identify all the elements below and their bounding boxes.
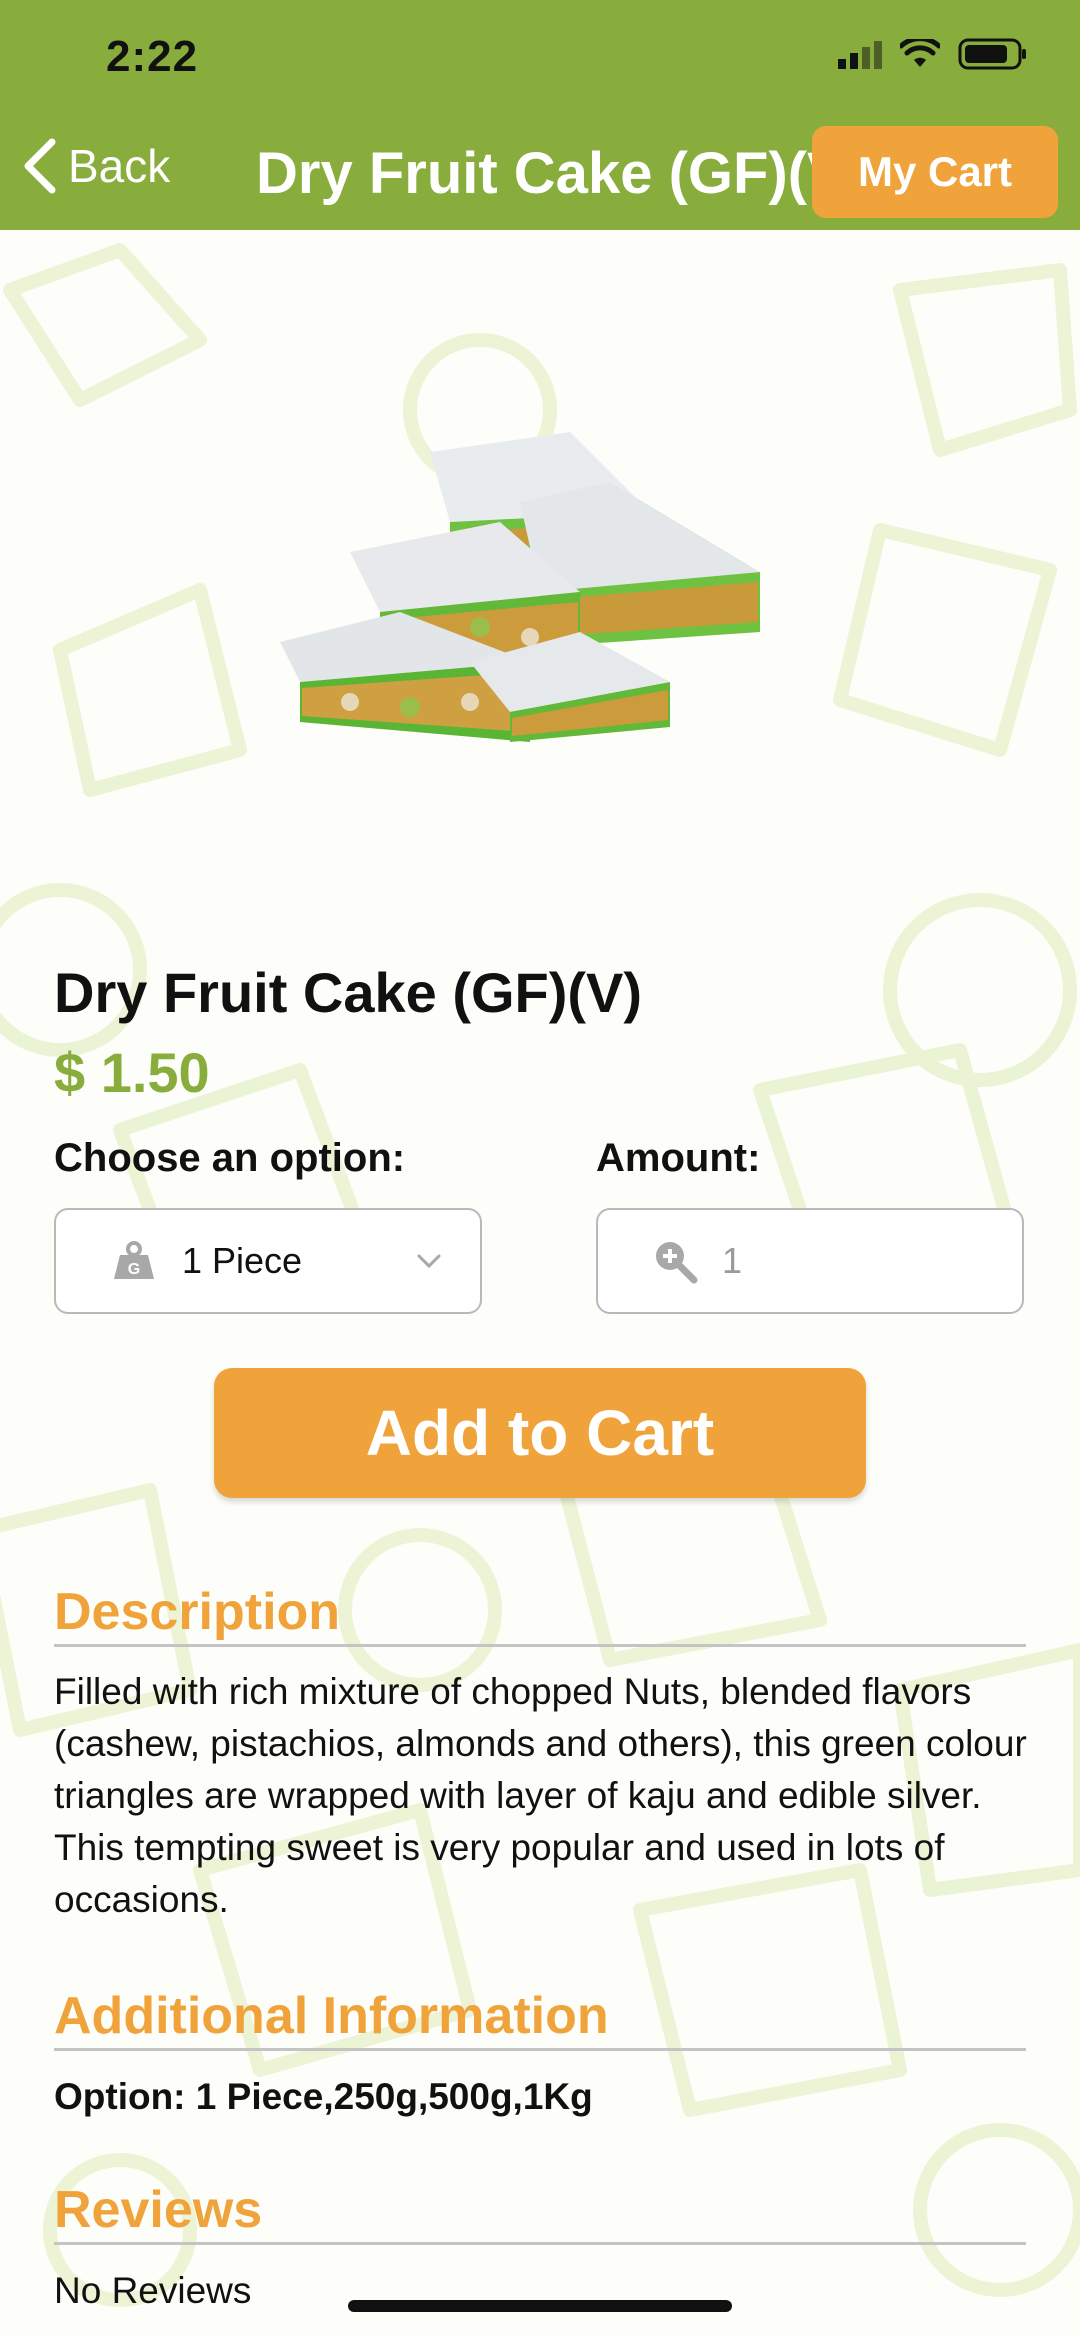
reviews-text: No Reviews	[54, 2270, 252, 2311]
description-text: Filled with rich mixture of chopped Nuts…	[54, 1671, 1027, 1920]
option-select[interactable]: G 1 Piece	[54, 1208, 482, 1314]
back-label: Back	[68, 140, 171, 192]
amount-input[interactable]: 1	[596, 1208, 1024, 1314]
chevron-down-icon	[417, 1254, 441, 1269]
reviews-divider	[54, 2242, 1026, 2245]
product-name: Dry Fruit Cake (GF)(V)	[54, 961, 643, 1024]
product-image	[280, 432, 760, 742]
app-header: 2:22 Back Dry Fruit Cake (GF)(V) My Cart	[0, 0, 1080, 230]
home-indicator	[348, 2300, 732, 2312]
additional-info-divider	[54, 2048, 1026, 2051]
product-detail: Dry Fruit Cake (GF)(V) $ 1.50 Choose an …	[0, 230, 1080, 2337]
description-title: Description	[54, 1583, 341, 1641]
status-icons	[838, 38, 1028, 70]
amount-placeholder: 1	[722, 1240, 743, 1281]
svg-text:G: G	[128, 1261, 140, 1278]
reviews-title: Reviews	[54, 2181, 263, 2239]
page-title: Dry Fruit Cake (GF)(V)	[256, 141, 816, 206]
wifi-icon	[900, 39, 940, 67]
additional-info-text: Option: 1 Piece,250g,500g,1Kg	[54, 2076, 593, 2117]
option-value: 1 Piece	[182, 1240, 303, 1281]
back-button[interactable]: Back	[22, 138, 170, 194]
chevron-left-icon	[24, 138, 56, 194]
description-divider	[54, 1644, 1026, 1647]
signal-icon	[838, 41, 882, 69]
option-label: Choose an option:	[54, 1136, 406, 1180]
additional-info-title: Additional Information	[54, 1987, 609, 2045]
status-time: 2:22	[106, 32, 199, 81]
zoom-plus-icon	[656, 1242, 698, 1284]
weight-icon: G	[114, 1241, 154, 1279]
my-cart-button[interactable]: My Cart	[812, 126, 1058, 218]
battery-icon	[958, 38, 1026, 70]
product-price: $ 1.50	[54, 1041, 210, 1104]
add-to-cart-button[interactable]: Add to Cart	[214, 1368, 866, 1498]
amount-label: Amount:	[596, 1136, 761, 1180]
